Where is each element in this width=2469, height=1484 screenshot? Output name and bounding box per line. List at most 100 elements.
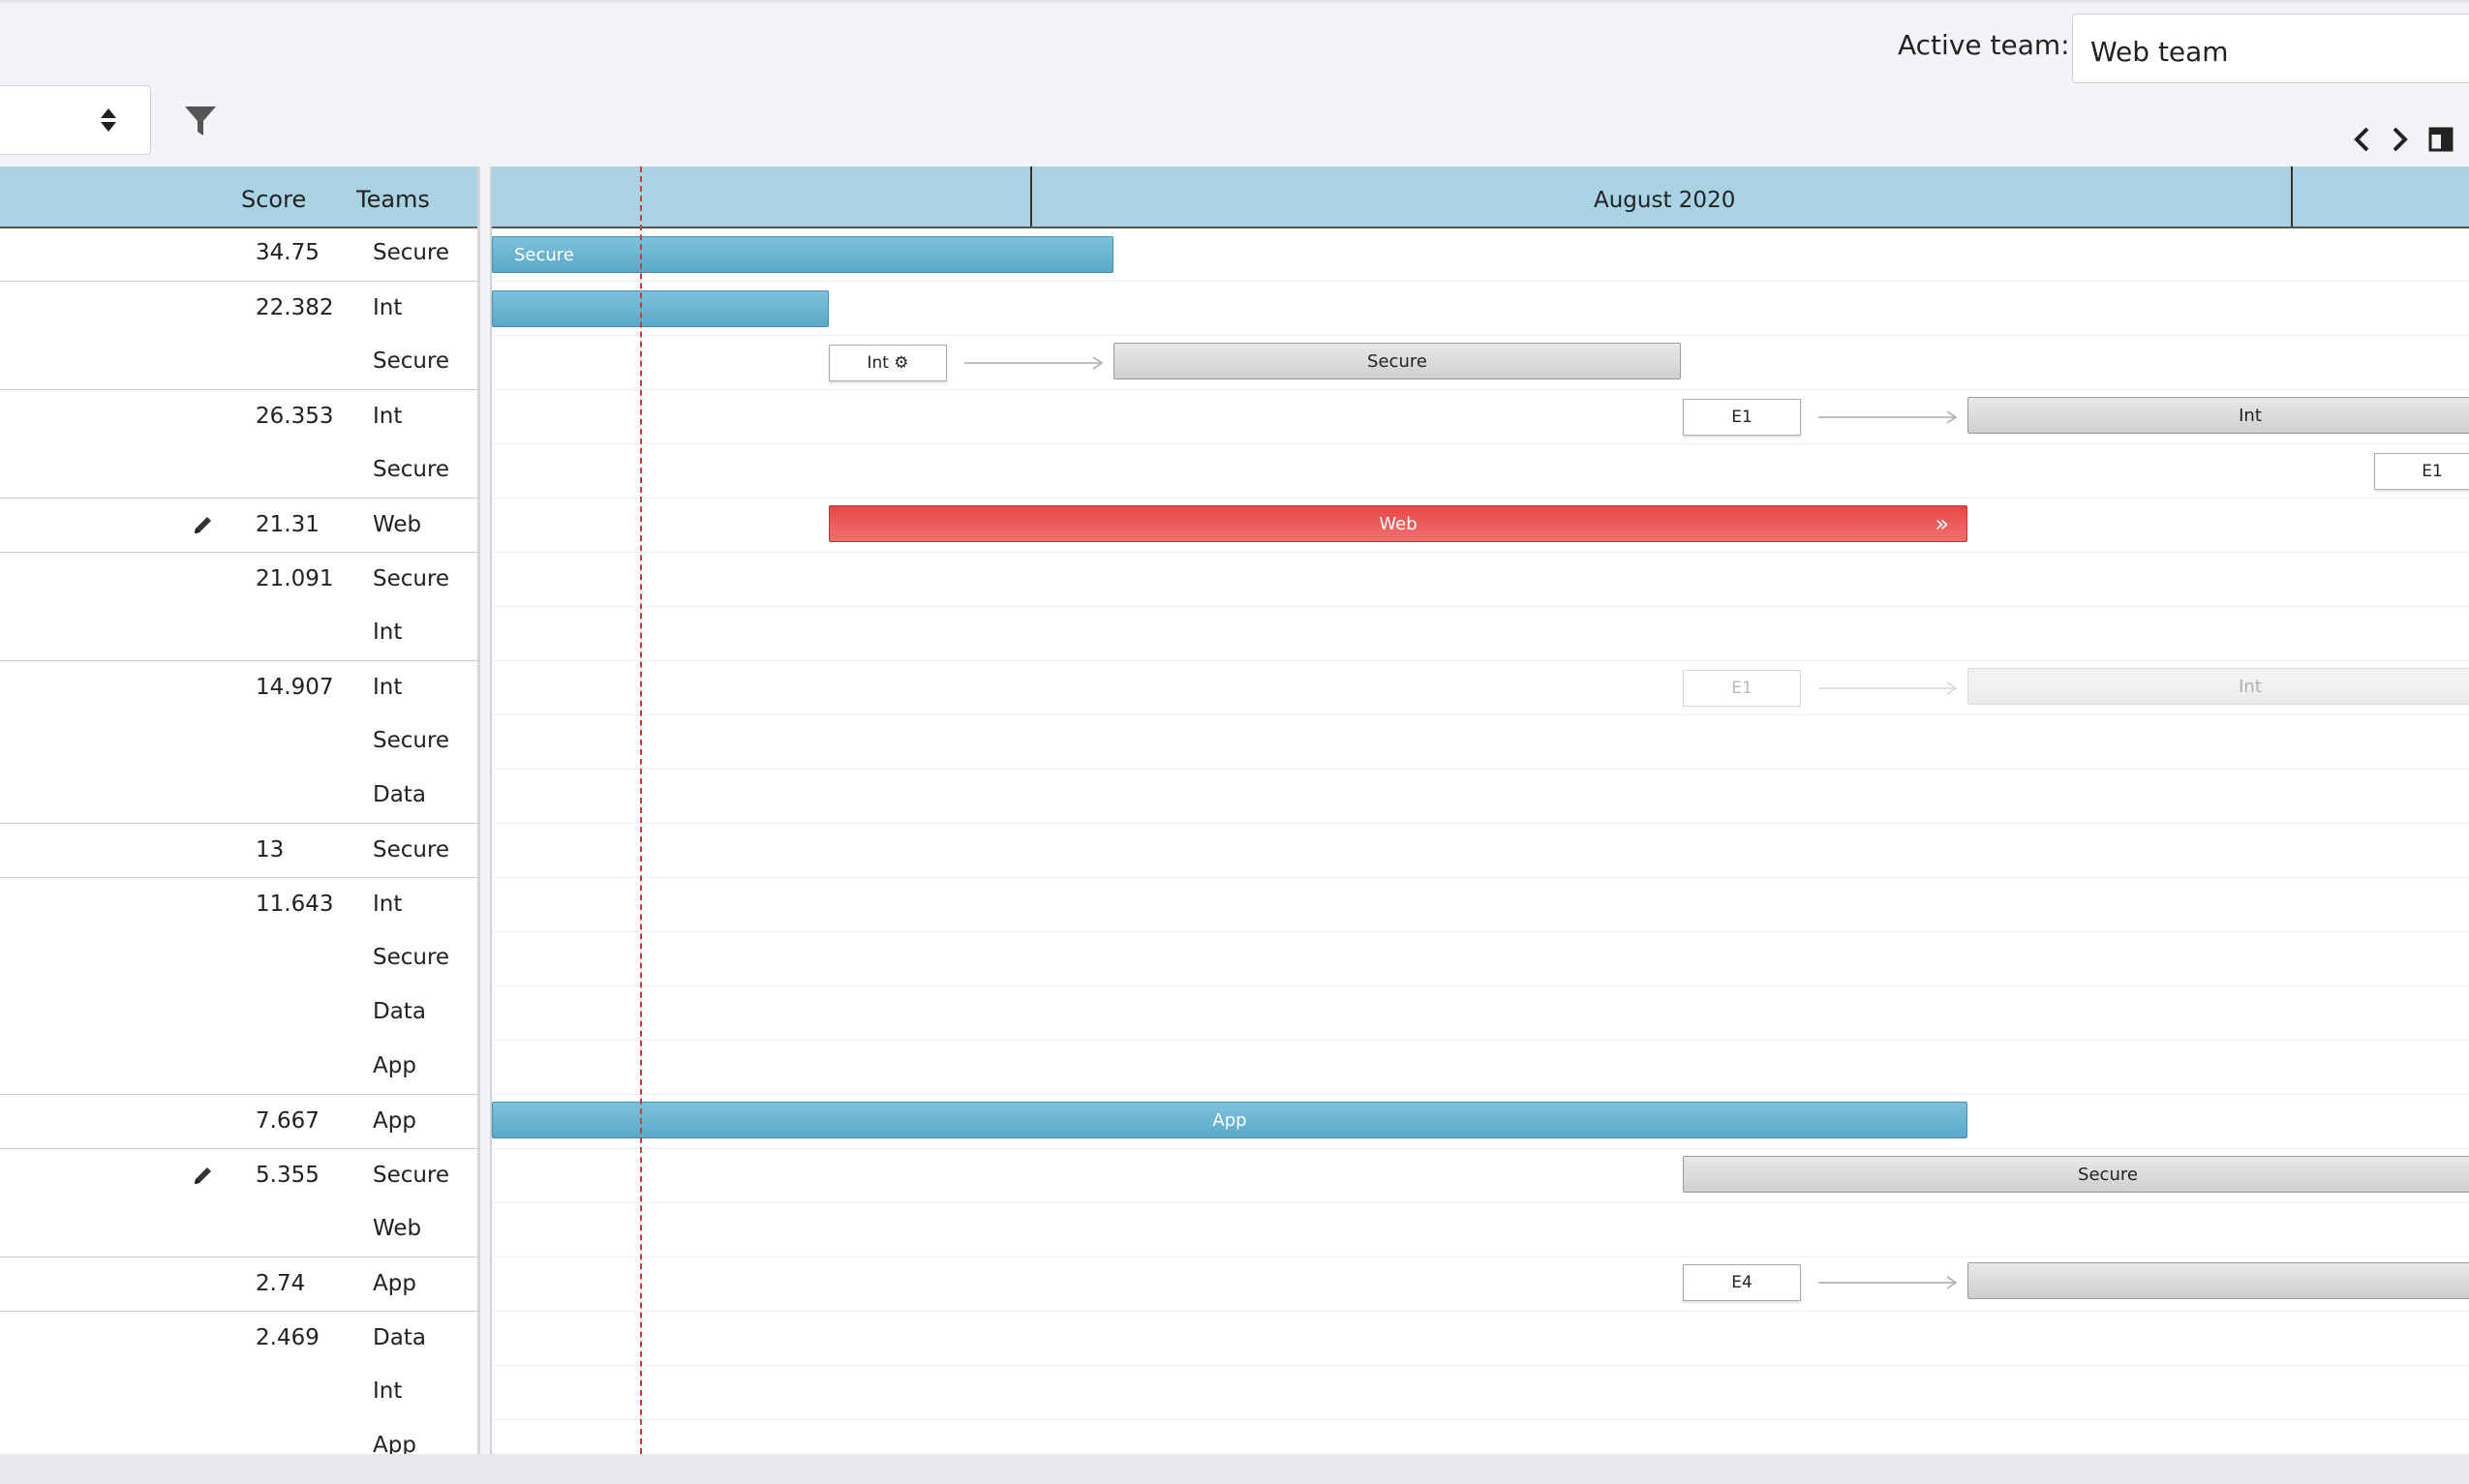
table-row[interactable]: Secure	[0, 714, 477, 769]
team-value: App	[373, 1053, 416, 1078]
grid-line	[492, 714, 2469, 715]
active-team-select[interactable]: Web team	[2072, 14, 2469, 83]
score-value: 26.353	[256, 404, 334, 429]
score-value: 7.667	[256, 1108, 320, 1134]
grid-line	[492, 1094, 2469, 1095]
table-row[interactable]: Secure	[0, 443, 477, 498]
team-value: Secure	[373, 837, 450, 863]
task-bar[interactable]: Int	[1967, 668, 2469, 705]
score-value: 21.091	[256, 566, 334, 591]
team-value: Secure	[373, 1163, 450, 1188]
table-row[interactable]: Web	[0, 1202, 477, 1257]
month-divider	[1030, 167, 1032, 227]
task-bar-highlighted[interactable]: Web »	[829, 505, 1967, 542]
score-table: Score Teams 34.75 Secure 22.382 Int Secure…	[0, 167, 480, 1454]
table-row[interactable]: App	[0, 1419, 477, 1454]
score-value: 22.382	[256, 295, 334, 320]
score-value: 21.31	[256, 512, 320, 537]
table-row[interactable]: 2.74 App	[0, 1257, 477, 1312]
grid-line	[492, 1419, 2469, 1420]
pencil-icon[interactable]	[192, 513, 215, 536]
task-bar[interactable]: Secure	[1683, 1156, 2469, 1193]
team-value: Int	[373, 892, 403, 917]
grid-line	[492, 552, 2469, 553]
grid-line	[492, 1148, 2469, 1149]
score-value: 5.355	[256, 1163, 320, 1188]
task-bar[interactable]	[492, 290, 829, 327]
grid-line	[492, 769, 2469, 770]
grid-line	[492, 1365, 2469, 1366]
sort-arrows-icon	[101, 108, 116, 132]
team-value: Secure	[373, 728, 450, 753]
task-bar[interactable]: Secure	[492, 236, 1113, 273]
top-shadow	[0, 0, 2469, 4]
score-value: 11.643	[256, 892, 334, 917]
filter-icon[interactable]	[184, 105, 217, 137]
column-header-score[interactable]: Score	[241, 186, 306, 213]
grid-line	[492, 660, 2469, 661]
grid-line	[492, 1311, 2469, 1312]
grid-line	[492, 389, 2469, 390]
table-row[interactable]: Data	[0, 769, 477, 823]
sort-select[interactable]	[0, 85, 151, 155]
horizontal-scrollbar[interactable]	[0, 1454, 2469, 1484]
grid-line	[492, 443, 2469, 444]
active-team-label: Active team:	[1898, 29, 2070, 61]
team-value: Secure	[373, 240, 450, 265]
chevron-right-icon[interactable]	[2390, 126, 2411, 153]
column-header-teams[interactable]: Teams	[356, 186, 430, 213]
milestone-box[interactable]: Int ⚙	[829, 345, 947, 381]
team-value: Data	[373, 1325, 426, 1350]
double-chevron-icon[interactable]: »	[1935, 510, 1949, 537]
chevron-left-icon[interactable]	[2351, 126, 2372, 153]
month-divider	[2291, 167, 2293, 227]
dependency-arrow	[1818, 1276, 1958, 1289]
table-row[interactable]: 34.75 Secure	[0, 227, 477, 281]
layout-toggle-icon[interactable]	[2428, 126, 2454, 153]
month-label: August 2020	[1594, 188, 1736, 213]
table-row[interactable]: 13 Secure	[0, 823, 477, 878]
task-bar[interactable]: Int	[1967, 397, 2469, 434]
grid-line	[492, 1202, 2469, 1203]
team-value: App	[373, 1108, 416, 1134]
grid-line	[492, 498, 2469, 499]
table-row[interactable]: Int	[0, 606, 477, 660]
milestone-box[interactable]: E1	[1683, 670, 1801, 707]
pencil-icon[interactable]	[192, 1164, 215, 1187]
table-row[interactable]: 2.469 Data	[0, 1311, 477, 1366]
dependency-arrow	[964, 356, 1104, 370]
grid-line	[492, 606, 2469, 607]
team-value: Int	[373, 295, 403, 320]
team-value: Secure	[373, 945, 450, 970]
team-value: Web	[373, 1216, 422, 1241]
score-value: 2.74	[256, 1271, 306, 1296]
table-row[interactable]: 11.643 Int	[0, 877, 477, 932]
milestone-box[interactable]: E1	[1683, 399, 1801, 436]
table-row[interactable]: Data	[0, 985, 477, 1040]
milestone-box[interactable]: E4	[1683, 1264, 1801, 1301]
table-row[interactable]: App	[0, 1040, 477, 1094]
dependency-arrow	[1818, 410, 1958, 424]
table-row[interactable]: 5.355 Secure	[0, 1148, 477, 1203]
team-value: Web	[373, 512, 422, 537]
table-row[interactable]: Secure	[0, 931, 477, 985]
score-value: 14.907	[256, 675, 334, 700]
team-value: Int	[373, 404, 403, 429]
grid-line	[492, 335, 2469, 336]
table-row[interactable]: 21.091 Secure	[0, 552, 477, 607]
milestone-box[interactable]: E1	[2374, 453, 2469, 490]
table-row[interactable]: 26.353 Int	[0, 389, 477, 444]
table-row[interactable]: 21.31 Web	[0, 498, 477, 553]
table-row[interactable]: Secure	[0, 335, 477, 389]
grid-line	[492, 877, 2469, 878]
task-bar[interactable]: Secure	[1113, 343, 1681, 379]
grid-line	[492, 931, 2469, 932]
table-row[interactable]: Int	[0, 1365, 477, 1419]
table-row[interactable]: 14.907 Int	[0, 660, 477, 715]
task-bar-label: Web	[1379, 513, 1417, 534]
task-bar[interactable]: App	[492, 1102, 1967, 1138]
grid-line	[492, 1040, 2469, 1041]
table-row[interactable]: 22.382 Int	[0, 281, 477, 336]
table-row[interactable]: 7.667 App	[0, 1094, 477, 1149]
task-bar[interactable]	[1967, 1262, 2469, 1299]
